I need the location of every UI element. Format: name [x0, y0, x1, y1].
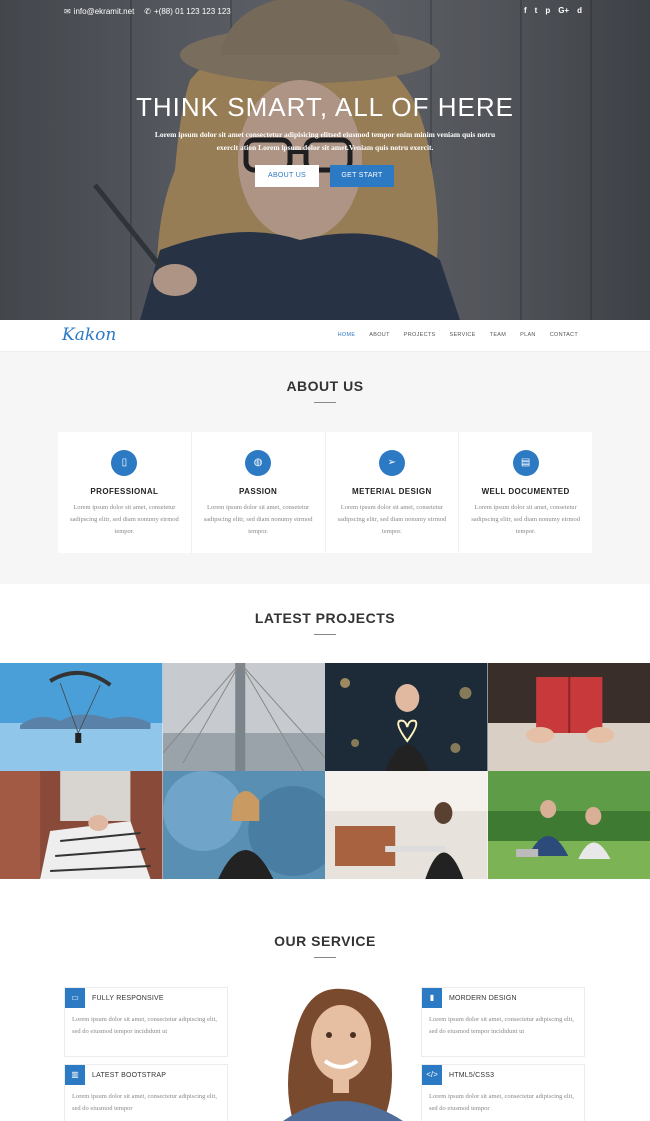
service-title-divider — [314, 957, 336, 958]
service-card-text: Lorem ipsum dolor sit amet, consectetur … — [72, 1093, 217, 1112]
nav-item-service[interactable]: SERVICE — [450, 332, 476, 338]
get-start-button[interactable]: GET START — [330, 165, 394, 187]
service-card-text: Lorem ipsum dolor sit amet, consectetur … — [429, 1016, 574, 1035]
about-card-title: METERIAL DESIGN — [352, 487, 432, 496]
service-card-modern-design: ▮ MORDERN DESIGN Lorem ipsum dolor sit a… — [421, 987, 585, 1057]
mobile-icon: ▯ — [111, 450, 138, 476]
service-card-title: LATEST BOOTSTRAP — [92, 1071, 167, 1079]
project-tile-fashion[interactable] — [0, 771, 163, 879]
service-card-text: Lorem ipsum dolor sit amet, consectetur … — [429, 1093, 574, 1112]
book-icon: ▥ — [65, 1065, 85, 1085]
globe-icon: ◍ — [245, 450, 272, 476]
projects-title: LATEST PROJECTS — [254, 610, 396, 626]
about-card-title: WELL DOCUMENTED — [481, 487, 570, 496]
google-plus-icon[interactable]: G+ — [558, 6, 569, 15]
service-portrait-image — [283, 988, 403, 1121]
nav-item-about[interactable]: ABOUT — [369, 332, 389, 338]
hero-subtitle: Lorem ipsum dolor sit amet consectetur a… — [154, 130, 496, 152]
hero-title: THINK SMART, ALL OF HERE — [136, 92, 514, 122]
about-card-text: Lorem ipsum dolor sit amet, consetetur s… — [471, 504, 581, 535]
monitor-icon: ▭ — [65, 988, 85, 1008]
about-us-button[interactable]: ABOUT US — [255, 165, 319, 187]
service-card-title: MORDERN DESIGN — [449, 994, 517, 1002]
about-card-well-documented: ▤ WELL DOCUMENTED Lorem ipsum dolor sit … — [459, 432, 592, 553]
social-links: f t p G+ d — [524, 6, 582, 15]
site-logo[interactable]: Kakon — [62, 325, 116, 345]
service-title: OUR SERVICE — [274, 933, 376, 949]
about-title-divider — [314, 402, 336, 403]
document-icon: ▤ — [512, 450, 539, 476]
about-card-title: PROFESSIONAL — [90, 487, 159, 496]
nav-item-home[interactable]: HOME — [338, 332, 356, 338]
about-card-material-design: ➢ METERIAL DESIGN Lorem ipsum dolor sit … — [326, 432, 460, 553]
nav-item-projects[interactable]: PROJECTS — [404, 332, 436, 338]
project-tile-bridge[interactable] — [162, 663, 325, 771]
service-card-responsive: ▭ FULLY RESPONSIVE Lorem ipsum dolor sit… — [64, 987, 228, 1057]
project-tile-heart-lights[interactable] — [325, 663, 488, 771]
project-tile-park-couple[interactable] — [487, 771, 650, 879]
project-tile-cafe[interactable] — [325, 771, 488, 879]
project-tile-paraglider[interactable] — [0, 663, 163, 771]
about-card-text: Lorem ipsum dolor sit amet, consetetur s… — [337, 504, 447, 535]
twitter-icon[interactable]: t — [535, 6, 538, 15]
dribbble-icon[interactable]: d — [577, 6, 582, 15]
about-cards: ▯ PROFESSIONAL Lorem ipsum dolor sit ame… — [58, 432, 592, 553]
projects-title-divider — [314, 634, 336, 635]
nav-item-contact[interactable]: CONTACT — [550, 332, 578, 338]
hero-section: ✉ info@ekramit.net ✆ +(88) 01 123 123 123 … — [0, 0, 650, 320]
phone-icon: ✆ — [144, 7, 151, 16]
about-title: ABOUT US — [286, 378, 364, 394]
bar-chart-icon: ▮ — [422, 988, 442, 1008]
about-card-passion: ◍ PASSION Lorem ipsum dolor sit amet, co… — [192, 432, 326, 553]
about-card-text: Lorem ipsum dolor sit amet, consetetur s… — [69, 504, 179, 535]
envelope-icon: ✉ — [64, 7, 71, 16]
about-card-professional: ▯ PROFESSIONAL Lorem ipsum dolor sit ame… — [58, 432, 192, 553]
pinterest-icon[interactable]: p — [545, 6, 550, 15]
facebook-icon[interactable]: f — [524, 6, 527, 15]
projects-grid — [0, 663, 650, 879]
code-icon: </> — [422, 1065, 442, 1085]
about-section: ABOUT US ▯ PROFESSIONAL Lorem ipsum dolo… — [0, 352, 650, 584]
nav-item-plan[interactable]: PLAN — [520, 332, 536, 338]
contact-email[interactable]: info@ekramit.net — [74, 7, 135, 16]
paper-plane-icon: ➢ — [378, 450, 405, 476]
nav-item-team[interactable]: TEAM — [490, 332, 506, 338]
service-card-text: Lorem ipsum dolor sit amet, consectetur … — [72, 1016, 217, 1035]
service-card-html5-css3: </> HTML5/CSS3 Lorem ipsum dolor sit ame… — [421, 1064, 585, 1121]
nav-menu: HOME ABOUT PROJECTS SERVICE TEAM PLAN CO… — [338, 332, 578, 338]
service-card-title: FULLY RESPONSIVE — [92, 994, 164, 1002]
project-tile-blue-smoke[interactable] — [162, 771, 325, 879]
service-card-bootstrap: ▥ LATEST BOOTSTRAP Lorem ipsum dolor sit… — [64, 1064, 228, 1121]
about-card-title: PASSION — [239, 487, 278, 496]
project-tile-reading-book[interactable] — [487, 663, 650, 771]
contact-phone[interactable]: +(88) 01 123 123 123 — [154, 7, 231, 16]
about-card-text: Lorem ipsum dolor sit amet, consetetur s… — [203, 504, 313, 535]
service-card-title: HTML5/CSS3 — [449, 1071, 495, 1079]
main-navbar: Kakon HOME ABOUT PROJECTS SERVICE TEAM P… — [0, 320, 650, 352]
top-bar: ✉ info@ekramit.net ✆ +(88) 01 123 123 123 … — [0, 0, 650, 24]
